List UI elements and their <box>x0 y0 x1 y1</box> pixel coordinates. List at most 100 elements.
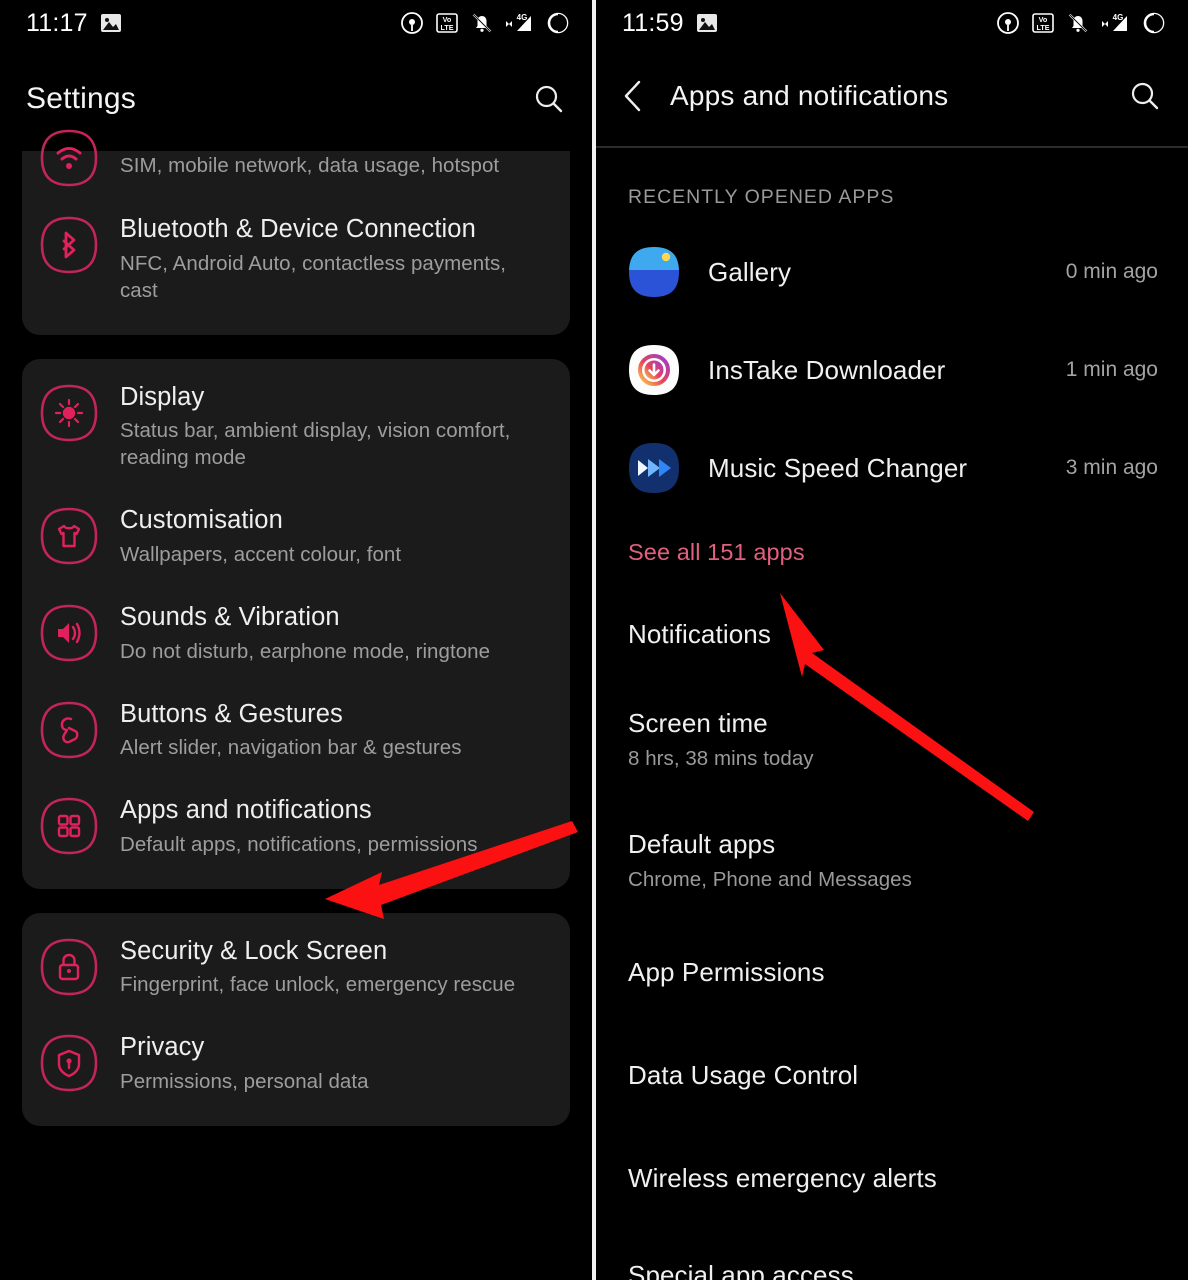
search-icon[interactable] <box>1128 79 1162 113</box>
volte-icon: Vo LTE <box>1031 11 1055 35</box>
menu-item-default-apps[interactable]: Default apps Chrome, Phone and Messages <box>596 800 1188 921</box>
music-speed-changer-app-icon <box>628 442 680 494</box>
battery-circle-icon <box>546 11 570 35</box>
dual-screenshot: 11:17 Vo LTE 4G Settings SIM, mobile net… <box>0 0 1188 1280</box>
list-item[interactable]: Gallery 0 min ago <box>596 223 1188 321</box>
clock: 11:59 <box>622 8 684 37</box>
signal-4g-icon: 4G <box>1101 11 1131 35</box>
menu-item-subtitle: 8 hrs, 38 mins today <box>628 747 814 770</box>
settings-item-title: Sounds & Vibration <box>120 602 340 631</box>
bluetooth-icon <box>40 216 98 274</box>
settings-item-subtitle: Permissions, personal data <box>120 1070 369 1094</box>
menu-item-title: Wireless emergency alerts <box>628 1163 937 1193</box>
battery-circle-icon <box>1142 11 1166 35</box>
lock-icon <box>40 938 98 996</box>
settings-group-connectivity: SIM, mobile network, data usage, hotspot… <box>22 129 570 335</box>
settings-item-sim[interactable]: SIM, mobile network, data usage, hotspot <box>22 129 570 197</box>
status-bar-left-group: 11:17 <box>26 9 122 38</box>
app-last-used: 0 min ago <box>1065 260 1158 283</box>
svg-text:4G: 4G <box>517 13 528 22</box>
location-tracking-icon <box>400 11 424 35</box>
gesture-tap-icon <box>40 701 98 759</box>
speaker-icon <box>40 604 98 662</box>
settings-group-security: Security & Lock Screen Fingerprint, face… <box>22 912 570 1127</box>
settings-item-title: Privacy <box>120 1033 205 1062</box>
left-phone-screen: 11:17 Vo LTE 4G Settings SIM, mobile net… <box>0 0 592 1280</box>
app-name: InsTake Downloader <box>708 354 946 385</box>
menu-item-subtitle: Chrome, Phone and Messages <box>628 868 912 891</box>
settings-item-title: Display <box>120 382 205 411</box>
menu-item-title: Notifications <box>628 619 771 649</box>
gallery-app-icon <box>628 246 680 298</box>
settings-item-buttons-gestures[interactable]: Buttons & Gestures Alert slider, navigat… <box>22 682 570 779</box>
menu-item-title: Default apps <box>628 829 776 859</box>
shield-icon <box>40 1034 98 1092</box>
settings-item-title: Security & Lock Screen <box>120 936 388 965</box>
volte-icon: Vo LTE <box>435 11 459 35</box>
settings-item-bluetooth[interactable]: Bluetooth & Device Connection NFC, Andro… <box>22 197 570 321</box>
bell-muted-icon <box>470 11 494 35</box>
see-all-apps-link[interactable]: See all 151 apps <box>596 517 1188 590</box>
search-icon[interactable] <box>532 82 566 116</box>
apps-app-bar: Apps and notifications <box>596 46 1188 146</box>
app-last-used: 1 min ago <box>1065 358 1158 381</box>
settings-group-device: Display Status bar, ambient display, vis… <box>22 358 570 889</box>
app-name: Music Speed Changer <box>708 452 968 483</box>
image-icon <box>696 13 718 33</box>
tshirt-icon <box>40 507 98 565</box>
settings-item-sounds[interactable]: Sounds & Vibration Do not disturb, earph… <box>22 585 570 682</box>
clock: 11:17 <box>26 8 88 37</box>
list-item[interactable]: InsTake Downloader 1 min ago <box>596 321 1188 419</box>
settings-item-customisation[interactable]: Customisation Wallpapers, accent colour,… <box>22 488 570 585</box>
apps-grid-icon <box>40 797 98 855</box>
menu-item-special-app-access[interactable]: Special app access 3 apps can use unrest… <box>596 1230 1188 1280</box>
settings-item-subtitle: SIM, mobile network, data usage, hotspot <box>120 154 500 177</box>
menu-item-wireless-emergency-alerts[interactable]: Wireless emergency alerts <box>596 1127 1188 1230</box>
right-phone-screen: 11:59 Vo LTE 4G Apps and notifications R… <box>596 0 1188 1280</box>
image-icon <box>100 13 122 33</box>
status-bar-right: 11:59 Vo LTE 4G <box>596 0 1188 46</box>
settings-item-title: Bluetooth & Device Connection <box>120 215 476 243</box>
wifi-icon <box>40 129 98 187</box>
menu-item-screen-time[interactable]: Screen time 8 hrs, 38 mins today <box>596 679 1188 800</box>
settings-item-subtitle: Fingerprint, face unlock, emergency resc… <box>120 973 516 997</box>
signal-4g-icon: 4G <box>505 11 535 35</box>
svg-text:4G: 4G <box>1113 13 1124 22</box>
menu-item-title: Screen time <box>628 708 768 738</box>
status-bar-left-group: 11:59 <box>622 9 718 38</box>
app-name: Gallery <box>708 256 792 287</box>
page-title: Settings <box>26 81 136 115</box>
settings-item-display[interactable]: Display Status bar, ambient display, vis… <box>22 365 570 489</box>
app-last-used: 3 min ago <box>1065 456 1158 479</box>
recently-opened-apps-label: RECENTLY OPENED APPS <box>628 186 895 208</box>
instake-app-icon <box>628 344 680 396</box>
chevron-left-icon[interactable] <box>622 79 644 113</box>
status-bar-right-group: Vo LTE 4G <box>996 11 1166 35</box>
menu-item-title: Data Usage Control <box>628 1060 859 1090</box>
settings-item-subtitle: Default apps, notifications, permissions <box>120 832 478 856</box>
location-tracking-icon <box>996 11 1020 35</box>
page-title: Apps and notifications <box>670 80 949 111</box>
svg-text:LTE: LTE <box>1036 23 1049 32</box>
settings-item-subtitle: Wallpapers, accent colour, font <box>120 542 402 566</box>
menu-item-title: App Permissions <box>628 957 825 987</box>
settings-item-title: Apps and notifications <box>120 796 372 825</box>
menu-item-notifications[interactable]: Notifications <box>596 590 1188 679</box>
settings-scroll-list[interactable]: SIM, mobile network, data usage, hotspot… <box>0 129 592 1127</box>
svg-text:LTE: LTE <box>440 23 453 32</box>
menu-item-app-permissions[interactable]: App Permissions <box>596 921 1188 1024</box>
settings-item-subtitle: Alert slider, navigation bar & gestures <box>120 736 462 760</box>
settings-item-title: Buttons & Gestures <box>120 699 343 728</box>
settings-item-subtitle: Status bar, ambient display, vision comf… <box>120 419 511 470</box>
menu-item-data-usage-control[interactable]: Data Usage Control <box>596 1024 1188 1127</box>
bell-muted-icon <box>1066 11 1090 35</box>
status-bar-right-group: Vo LTE 4G <box>400 11 570 35</box>
brightness-icon <box>40 384 98 442</box>
settings-item-subtitle: NFC, Android Auto, contactless payments,… <box>120 251 506 302</box>
apps-scroll-list[interactable]: RECENTLY OPENED APPS Gallery 0 min ago I… <box>596 148 1188 1280</box>
settings-item-security-lock-screen[interactable]: Security & Lock Screen Fingerprint, face… <box>22 919 570 1016</box>
settings-item-title: Customisation <box>120 506 283 535</box>
settings-item-privacy[interactable]: Privacy Permissions, personal data <box>22 1015 570 1112</box>
settings-item-apps-and-notifications[interactable]: Apps and notifications Default apps, not… <box>22 778 570 875</box>
list-item[interactable]: Music Speed Changer 3 min ago <box>596 419 1188 517</box>
